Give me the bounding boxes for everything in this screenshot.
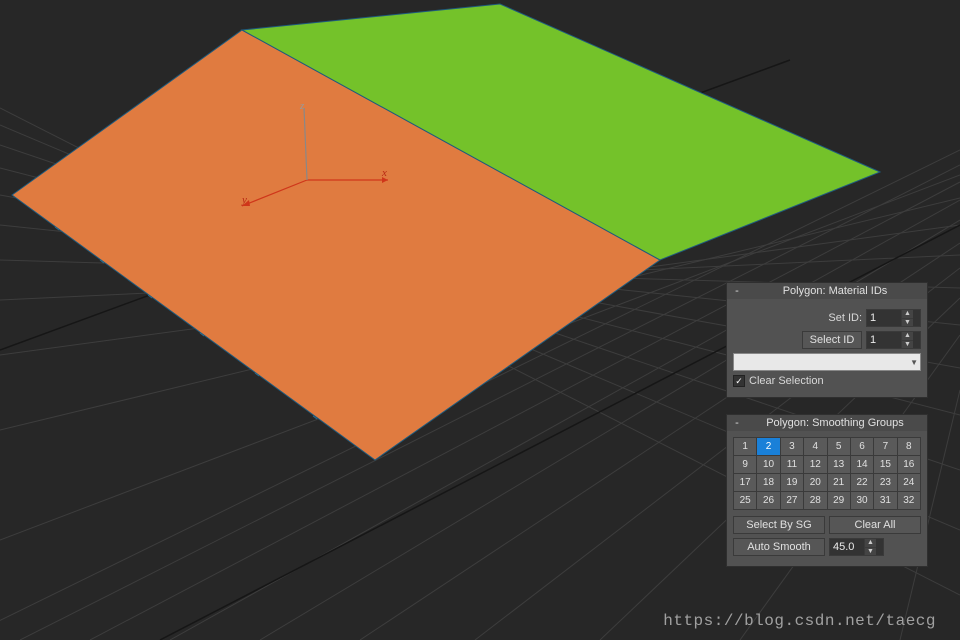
select-id-spinner[interactable]: ▲▼ [866, 331, 921, 349]
set-id-spinner[interactable]: ▲▼ [866, 309, 921, 327]
panel-smoothing-groups[interactable]: - Polygon: Smoothing Groups 123456789101… [726, 414, 928, 567]
spinner-up-icon[interactable]: ▲ [902, 310, 913, 319]
axis-label-y: y [242, 194, 247, 206]
smoothing-group-5[interactable]: 5 [828, 438, 850, 455]
smoothing-group-29[interactable]: 29 [828, 492, 850, 509]
smoothing-group-1[interactable]: 1 [734, 438, 756, 455]
spinner-down-icon[interactable]: ▼ [902, 319, 913, 327]
smoothing-group-15[interactable]: 15 [874, 456, 896, 473]
smoothing-group-9[interactable]: 9 [734, 456, 756, 473]
collapse-button[interactable]: - [731, 285, 743, 297]
auto-smooth-input[interactable] [830, 539, 864, 555]
smoothing-group-14[interactable]: 14 [851, 456, 873, 473]
smoothing-group-12[interactable]: 12 [804, 456, 826, 473]
axis-label-z: z [300, 100, 304, 112]
smoothing-group-11[interactable]: 11 [781, 456, 803, 473]
spinner-down-icon[interactable]: ▼ [902, 341, 913, 349]
panel-title: Polygon: Smoothing Groups [747, 417, 923, 429]
spinner-up-icon[interactable]: ▲ [902, 332, 913, 341]
watermark-text: https://blog.csdn.net/taecg [663, 612, 936, 630]
smoothing-group-21[interactable]: 21 [828, 474, 850, 491]
smoothing-group-26[interactable]: 26 [757, 492, 779, 509]
smoothing-group-23[interactable]: 23 [874, 474, 896, 491]
spinner-up-icon[interactable]: ▲ [865, 539, 876, 548]
smoothing-group-24[interactable]: 24 [898, 474, 920, 491]
smoothing-group-22[interactable]: 22 [851, 474, 873, 491]
smoothing-group-10[interactable]: 10 [757, 456, 779, 473]
smoothing-group-25[interactable]: 25 [734, 492, 756, 509]
clear-selection-label: Clear Selection [749, 375, 824, 387]
set-id-input[interactable] [867, 310, 901, 326]
axis-label-x: x [382, 167, 387, 179]
smoothing-group-2[interactable]: 2 [757, 438, 779, 455]
smoothing-group-7[interactable]: 7 [874, 438, 896, 455]
smoothing-group-32[interactable]: 32 [898, 492, 920, 509]
smoothing-groups-grid[interactable]: 1234567891011121314151617181920212223242… [733, 437, 921, 510]
auto-smooth-spinner[interactable]: ▲▼ [829, 538, 884, 556]
set-id-label: Set ID: [828, 312, 862, 324]
smoothing-group-18[interactable]: 18 [757, 474, 779, 491]
spinner-down-icon[interactable]: ▼ [865, 548, 876, 556]
collapse-button[interactable]: - [731, 417, 743, 429]
select-id-button[interactable]: Select ID [802, 331, 862, 349]
smoothing-group-31[interactable]: 31 [874, 492, 896, 509]
select-id-input[interactable] [867, 332, 901, 348]
smoothing-group-13[interactable]: 13 [828, 456, 850, 473]
material-dropdown[interactable]: ▼ [733, 353, 921, 371]
smoothing-group-4[interactable]: 4 [804, 438, 826, 455]
smoothing-group-27[interactable]: 27 [781, 492, 803, 509]
smoothing-group-8[interactable]: 8 [898, 438, 920, 455]
clear-selection-checkbox[interactable]: ✓ [733, 375, 745, 387]
smoothing-group-20[interactable]: 20 [804, 474, 826, 491]
select-by-sg-button[interactable]: Select By SG [733, 516, 825, 534]
smoothing-group-30[interactable]: 30 [851, 492, 873, 509]
smoothing-group-17[interactable]: 17 [734, 474, 756, 491]
smoothing-group-19[interactable]: 19 [781, 474, 803, 491]
clear-all-button[interactable]: Clear All [829, 516, 921, 534]
smoothing-group-16[interactable]: 16 [898, 456, 920, 473]
smoothing-group-6[interactable]: 6 [851, 438, 873, 455]
smoothing-group-3[interactable]: 3 [781, 438, 803, 455]
chevron-down-icon: ▼ [910, 358, 918, 367]
auto-smooth-button[interactable]: Auto Smooth [733, 538, 825, 556]
panel-title: Polygon: Material IDs [747, 285, 923, 297]
smoothing-group-28[interactable]: 28 [804, 492, 826, 509]
panel-material-ids[interactable]: - Polygon: Material IDs Set ID: ▲▼ Selec… [726, 282, 928, 398]
